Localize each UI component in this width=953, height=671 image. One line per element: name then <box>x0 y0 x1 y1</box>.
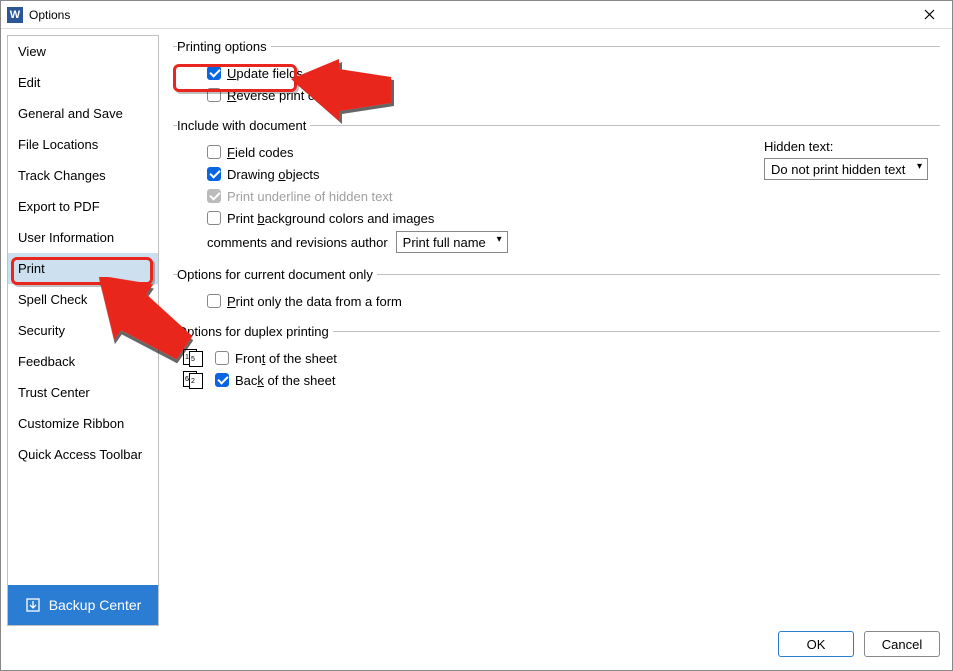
print-bg-label[interactable]: Print background colors and images <box>227 211 434 226</box>
duplex-back-icon: 642 <box>183 371 205 389</box>
duplex-back-label[interactable]: Back of the sheet <box>235 373 335 388</box>
backup-icon <box>25 597 41 613</box>
cancel-button[interactable]: Cancel <box>864 631 940 657</box>
print-underline-hidden-row: Print underline of hidden text <box>177 185 940 207</box>
app-icon: W <box>7 7 23 23</box>
dialog-footer: OK Cancel <box>1 626 952 670</box>
doc-only-group: Options for current document only Print … <box>173 267 940 316</box>
titlebar: W Options <box>1 1 952 29</box>
duplex-front-icon: 135 <box>183 349 205 367</box>
hidden-text-select[interactable]: Do not print hidden text <box>764 158 928 180</box>
update-fields-checkbox[interactable] <box>207 66 221 80</box>
content-panel: Printing options Update fields Reverse p… <box>159 35 946 626</box>
duplex-front-checkbox[interactable] <box>215 351 229 365</box>
sidebar-item-user-info[interactable]: User Information <box>8 222 158 253</box>
field-codes-label[interactable]: Field codes <box>227 145 294 160</box>
duplex-front-row: 135 Front of the sheet <box>177 347 940 369</box>
comments-author-select[interactable]: Print full name <box>396 231 508 253</box>
print-form-data-row: Print only the data from a form <box>177 290 940 312</box>
drawing-objects-checkbox[interactable] <box>207 167 221 181</box>
ok-button[interactable]: OK <box>778 631 854 657</box>
backup-center-label: Backup Center <box>49 597 142 613</box>
close-button[interactable] <box>912 4 946 26</box>
sidebar-item-security[interactable]: Security <box>8 315 158 346</box>
sidebar-item-customize-ribbon[interactable]: Customize Ribbon <box>8 408 158 439</box>
include-group: Include with document Field codes Drawin… <box>173 118 940 259</box>
sidebar-item-print[interactable]: Print <box>8 253 158 284</box>
reverse-print-checkbox[interactable] <box>207 88 221 102</box>
options-dialog: W Options View Edit General and Save Fil… <box>0 0 953 671</box>
close-icon <box>924 9 935 20</box>
comments-author-row: comments and revisions author Print full… <box>177 229 940 255</box>
sidebar-item-file-locations[interactable]: File Locations <box>8 129 158 160</box>
drawing-objects-label[interactable]: Drawing objects <box>227 167 320 182</box>
sidebar-items: View Edit General and Save File Location… <box>8 36 158 585</box>
backup-center-button[interactable]: Backup Center <box>8 585 158 625</box>
print-underline-hidden-label: Print underline of hidden text <box>227 189 393 204</box>
sidebar-item-edit[interactable]: Edit <box>8 67 158 98</box>
sidebar-item-trust-center[interactable]: Trust Center <box>8 377 158 408</box>
duplex-back-checkbox[interactable] <box>215 373 229 387</box>
field-codes-checkbox[interactable] <box>207 145 221 159</box>
duplex-group: Options for duplex printing 135 Front of… <box>173 324 940 395</box>
sidebar: View Edit General and Save File Location… <box>7 35 159 626</box>
print-bg-checkbox[interactable] <box>207 211 221 225</box>
update-fields-row: Update fields <box>177 62 940 84</box>
doc-only-legend: Options for current document only <box>177 267 377 282</box>
sidebar-item-track-changes[interactable]: Track Changes <box>8 160 158 191</box>
sidebar-item-general-save[interactable]: General and Save <box>8 98 158 129</box>
print-underline-hidden-checkbox <box>207 189 221 203</box>
sidebar-item-spell-check[interactable]: Spell Check <box>8 284 158 315</box>
duplex-front-label[interactable]: Front of the sheet <box>235 351 337 366</box>
sidebar-item-feedback[interactable]: Feedback <box>8 346 158 377</box>
dialog-body: View Edit General and Save File Location… <box>1 29 952 626</box>
duplex-back-row: 642 Back of the sheet <box>177 369 940 391</box>
sidebar-item-export-pdf[interactable]: Export to PDF <box>8 191 158 222</box>
reverse-print-row: Reverse print order <box>177 84 940 106</box>
update-fields-label[interactable]: Update fields <box>227 66 303 81</box>
duplex-legend: Options for duplex printing <box>177 324 333 339</box>
hidden-text-label: Hidden text: <box>764 139 928 154</box>
comments-author-label: comments and revisions author <box>207 235 388 250</box>
print-form-data-checkbox[interactable] <box>207 294 221 308</box>
print-form-data-label[interactable]: Print only the data from a form <box>227 294 402 309</box>
hidden-text-block: Hidden text: Do not print hidden text <box>764 139 928 180</box>
printing-options-group: Printing options Update fields Reverse p… <box>173 39 940 110</box>
sidebar-item-quick-access[interactable]: Quick Access Toolbar <box>8 439 158 470</box>
reverse-print-label[interactable]: Reverse print order <box>227 88 338 103</box>
print-bg-row: Print background colors and images <box>177 207 940 229</box>
dialog-title: Options <box>29 8 912 22</box>
printing-options-legend: Printing options <box>177 39 271 54</box>
include-legend: Include with document <box>177 118 310 133</box>
sidebar-item-view[interactable]: View <box>8 36 158 67</box>
